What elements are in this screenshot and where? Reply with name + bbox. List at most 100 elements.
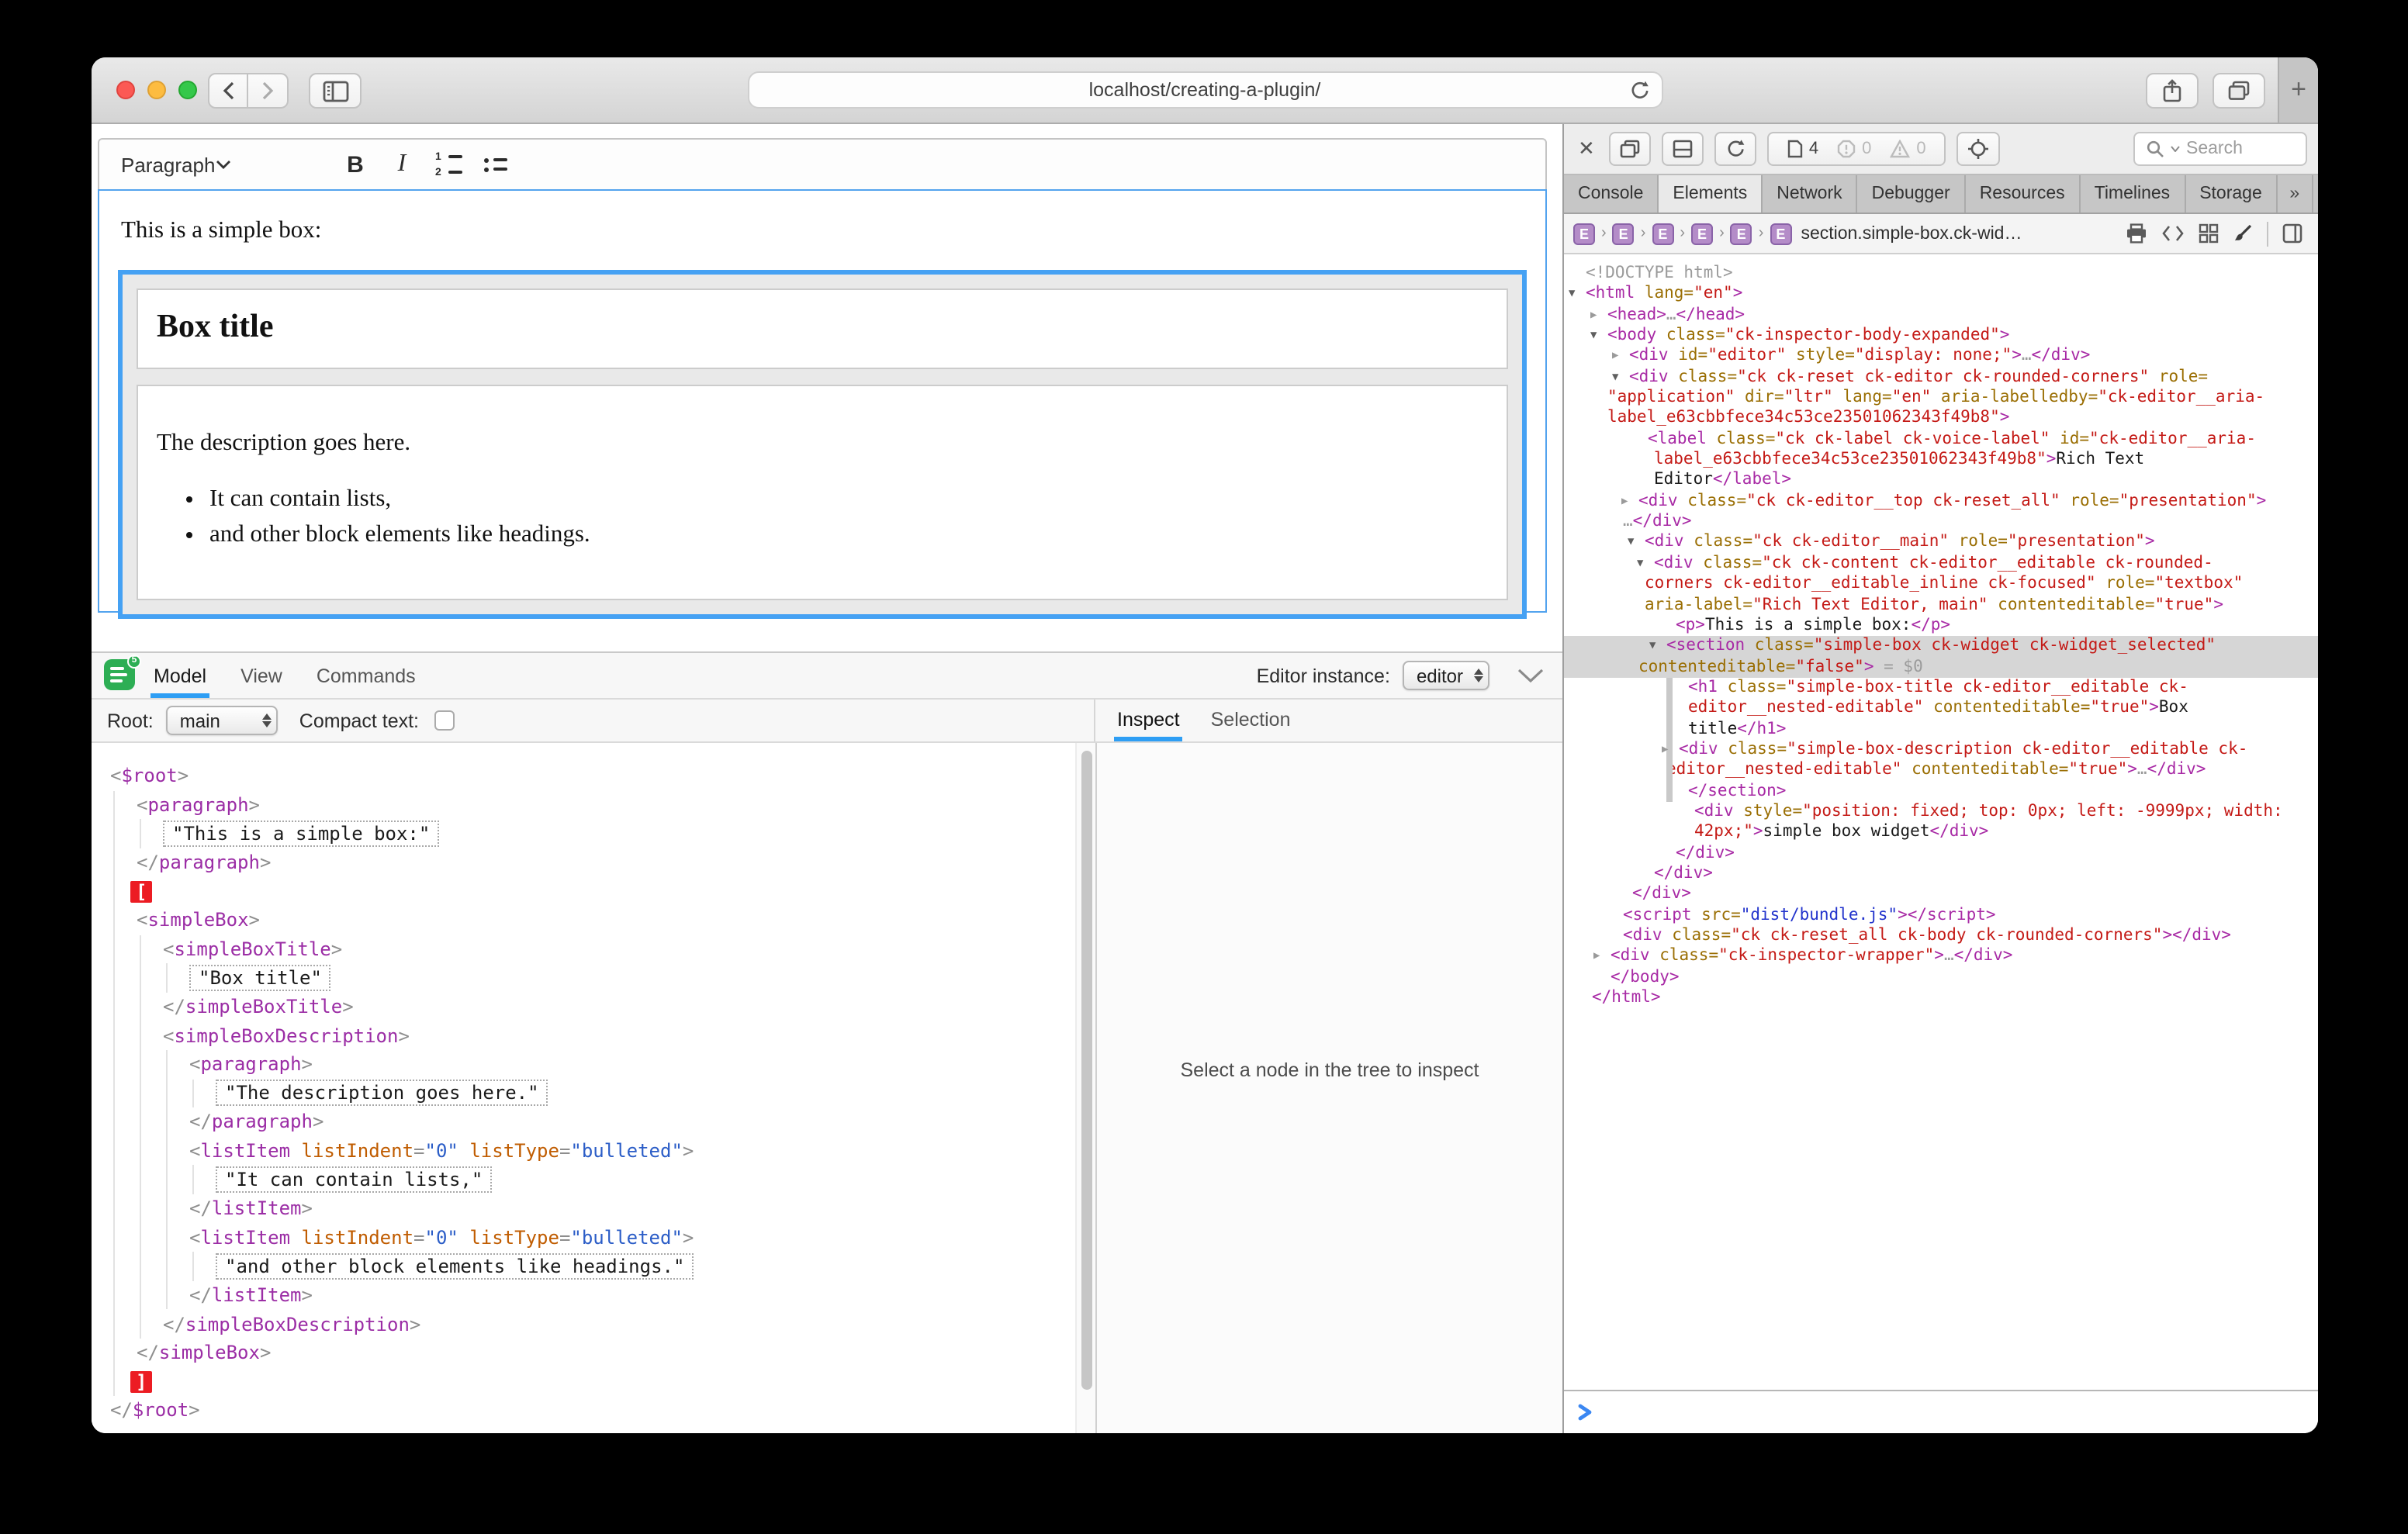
numbered-list-button[interactable]: 1 2	[425, 144, 472, 185]
model-tree-line[interactable]: </listItem>	[92, 1194, 1095, 1223]
model-tree-line[interactable]: </listItem>	[92, 1280, 1095, 1309]
paragraph-dropdown[interactable]: Paragraph	[121, 153, 310, 176]
devtools-tab-network[interactable]: Network	[1763, 175, 1857, 212]
close-devtools-button[interactable]: ✕	[1575, 136, 1598, 161]
model-tree-line[interactable]: <listItem listIndent="0" listType="bulle…	[92, 1136, 1095, 1165]
new-tab-button[interactable]: +	[2278, 57, 2318, 123]
bold-button[interactable]: B	[332, 144, 379, 185]
description-paragraph[interactable]: The description goes here.	[157, 430, 1488, 458]
back-button[interactable]	[208, 73, 248, 109]
share-button[interactable]	[2146, 73, 2199, 109]
dom-tree-line[interactable]: contenteditable="false"> = $0	[1564, 657, 2318, 678]
dom-tree-line[interactable]: ▶<div class="ck-inspector-wrapper">…</di…	[1564, 947, 2318, 968]
expanded-arrow-icon[interactable]: ▼	[1612, 367, 1618, 388]
dom-tree-line[interactable]: <h1 class="simple-box-title ck-editor__e…	[1564, 678, 2318, 699]
tab-overview-button[interactable]	[2213, 73, 2265, 109]
details-sidebar-icon[interactable]	[2282, 223, 2302, 244]
forward-button[interactable]	[248, 73, 289, 109]
model-tree-line[interactable]: "and other block elements like headings.…	[92, 1252, 1095, 1280]
model-tree-line[interactable]: "Box title"	[92, 963, 1095, 992]
content-list-item[interactable]: It can contain lists,	[209, 485, 1488, 513]
dom-tree-line[interactable]: <div class="ck ck-reset_all ck-body ck-r…	[1564, 926, 2318, 947]
element-badge[interactable]: E	[1691, 223, 1713, 244]
expanded-arrow-icon[interactable]: ▼	[1590, 326, 1597, 347]
dom-tree-line[interactable]: label_e63cbbfece34c53ce23501062343f49b8"…	[1564, 409, 2318, 430]
element-badge[interactable]: E	[1731, 223, 1752, 244]
collapse-inspector-button[interactable]	[1517, 669, 1544, 682]
dom-tree-line[interactable]: ▶<div id="editor" style="display: none;"…	[1564, 347, 2318, 368]
dom-tree-line[interactable]: corners ck-editor__editable_inline ck-fo…	[1564, 574, 2318, 595]
dom-tree-line[interactable]: ▼<body class="ck-inspector-body-expanded…	[1564, 326, 2318, 347]
dom-tree-line[interactable]: editor__nested-editable" contenteditable…	[1564, 698, 2318, 719]
inspector-tab-model[interactable]: Model	[154, 653, 206, 698]
dom-tree-line[interactable]: ▶<head>…</head>	[1564, 305, 2318, 326]
source-code-icon[interactable]	[2161, 225, 2185, 242]
dom-tree-line[interactable]: …</div>	[1564, 512, 2318, 533]
address-bar[interactable]: localhost/creating-a-plugin/	[747, 71, 1662, 109]
collapsed-arrow-icon[interactable]: ▶	[1590, 305, 1597, 326]
dom-tree-line[interactable]: Editor</label>	[1564, 471, 2318, 492]
dom-tree-line[interactable]: </div>	[1564, 885, 2318, 906]
element-badge[interactable]: E	[1573, 223, 1595, 244]
simple-box-title-field[interactable]: Box title	[137, 288, 1508, 369]
element-picker-button[interactable]	[1957, 132, 2001, 166]
simple-box-description-field[interactable]: The description goes here. It can contai…	[137, 385, 1508, 600]
model-tree-line[interactable]: <simpleBox>	[92, 906, 1095, 935]
dom-tree-line[interactable]: label_e63cbbfece34c53ce23501062343f49b8"…	[1564, 450, 2318, 471]
devtools-add-tab-icon[interactable]: +	[2313, 175, 2318, 212]
close-window-button[interactable]	[116, 81, 135, 99]
dom-tree-line[interactable]: editor__nested-editable" contenteditable…	[1564, 761, 2318, 782]
devtools-more-tabs-icon[interactable]: »	[2278, 175, 2313, 212]
dom-tree-line[interactable]: <div style="position: fixed; top: 0px; l…	[1564, 802, 2318, 823]
model-tree-line[interactable]: <listItem listIndent="0" listType="bulle…	[92, 1223, 1095, 1252]
model-tree-line[interactable]: <simpleBoxDescription>	[92, 1021, 1095, 1050]
dom-tree-line[interactable]: "application" dir="ltr" lang="en" aria-l…	[1564, 388, 2318, 409]
dock-bottom-button[interactable]	[1662, 132, 1704, 166]
model-tree-line[interactable]: ]	[92, 1367, 1095, 1396]
dom-tree-line[interactable]: <p>This is a simple box:</p>	[1564, 616, 2318, 637]
collapsed-arrow-icon[interactable]: ▶	[1612, 347, 1618, 368]
model-tree-line[interactable]: <simpleBoxTitle>	[92, 935, 1095, 963]
breadcrumb-current[interactable]: section.simple-box.ck-wid…	[1801, 224, 2022, 243]
model-tree-line[interactable]: </$root>	[92, 1396, 1095, 1425]
inspect-tab-inspect[interactable]: Inspect	[1117, 709, 1180, 741]
dom-tree-line[interactable]: <script src="dist/bundle.js"></script>	[1564, 905, 2318, 926]
expanded-arrow-icon[interactable]: ▼	[1569, 285, 1575, 306]
model-tree-line[interactable]: "This is a simple box:"	[92, 819, 1095, 848]
devtools-search-input[interactable]: Search	[2133, 132, 2307, 166]
dom-tree-line[interactable]: ▼<section class="simple-box ck-widget ck…	[1564, 636, 2318, 657]
issues-summary-button[interactable]: 4 0 0	[1767, 132, 1946, 166]
dom-tree-line[interactable]: <!DOCTYPE html>	[1564, 264, 2318, 285]
detach-devtools-button[interactable]	[1609, 132, 1651, 166]
dom-tree-line[interactable]: </body>	[1564, 967, 2318, 988]
root-select[interactable]: main	[166, 706, 278, 735]
intro-paragraph[interactable]: This is a simple box:	[121, 217, 1527, 245]
inspect-tab-selection[interactable]: Selection	[1211, 709, 1291, 741]
element-badge[interactable]: E	[1770, 223, 1791, 244]
devtools-tab-console[interactable]: Console	[1564, 175, 1659, 212]
dom-tree-line[interactable]: ▶<div class="simple-box-description ck-e…	[1564, 740, 2318, 761]
reload-icon[interactable]	[1628, 79, 1649, 102]
model-tree-line[interactable]: </simpleBoxTitle>	[92, 993, 1095, 1021]
model-tree-line[interactable]: </simpleBoxDescription>	[92, 1310, 1095, 1339]
dom-tree-line[interactable]: </html>	[1564, 988, 2318, 1009]
dom-tree-line[interactable]: ▼<div class="ck ck-content ck-editor__ed…	[1564, 554, 2318, 575]
dom-tree-line[interactable]: <label class="ck ck-label ck-voice-label…	[1564, 430, 2318, 451]
collapsed-arrow-icon[interactable]: ▶	[1593, 947, 1600, 968]
devtools-tab-debugger[interactable]: Debugger	[1858, 175, 1966, 212]
layout-grid-icon[interactable]	[2199, 223, 2219, 244]
devtools-tab-elements[interactable]: Elements	[1659, 175, 1763, 212]
element-badge[interactable]: E	[1652, 223, 1673, 244]
devtools-tab-resources[interactable]: Resources	[1966, 175, 2081, 212]
model-tree-line[interactable]: [	[92, 877, 1095, 906]
devtools-tab-storage[interactable]: Storage	[2185, 175, 2278, 212]
dom-tree-line[interactable]: aria-label="Rich Text Editor, main" cont…	[1564, 595, 2318, 616]
reload-page-button[interactable]	[1714, 132, 1756, 166]
expanded-arrow-icon[interactable]: ▼	[1628, 533, 1634, 554]
sidebar-toggle-button[interactable]	[309, 73, 362, 109]
dom-tree-line[interactable]: ▶<div class="ck ck-editor__top ck-reset_…	[1564, 492, 2318, 513]
dom-tree-line[interactable]: title</h1>	[1564, 719, 2318, 740]
model-tree-line[interactable]: "The description goes here."	[92, 1079, 1095, 1107]
inspector-tab-view[interactable]: View	[240, 653, 282, 698]
devtools-tab-timelines[interactable]: Timelines	[2081, 175, 2186, 212]
